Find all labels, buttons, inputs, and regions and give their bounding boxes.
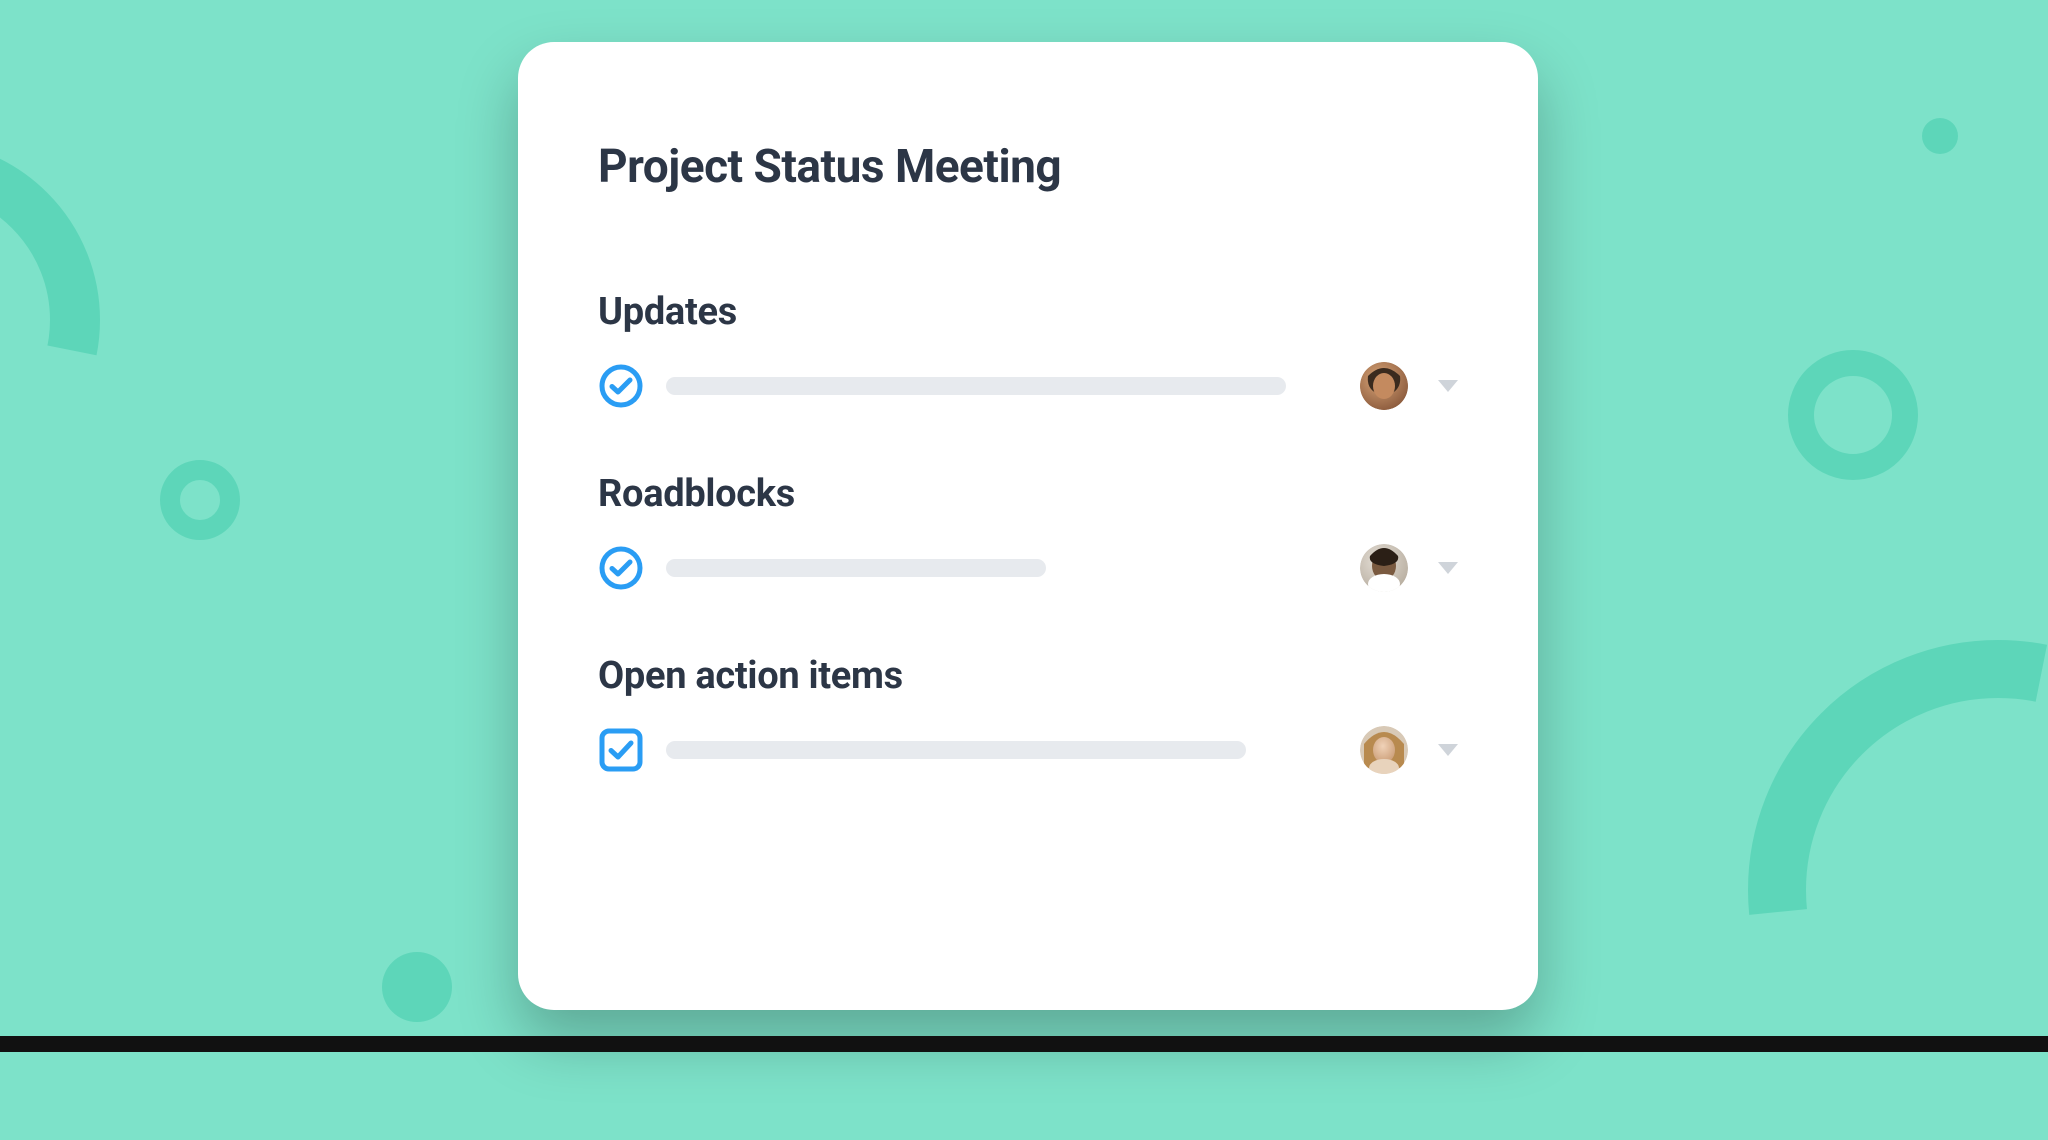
section-title: Updates <box>598 290 1458 334</box>
chevron-down-icon[interactable] <box>1438 744 1458 756</box>
check-square-icon[interactable] <box>598 727 644 773</box>
card-title: Project Status Meeting <box>598 140 1458 194</box>
bg-dot-top-right <box>1922 118 1958 154</box>
check-circle-icon[interactable] <box>598 545 644 591</box>
section-title: Roadblocks <box>598 472 1458 516</box>
assignee-avatar[interactable] <box>1360 362 1408 410</box>
assignee-avatar[interactable] <box>1360 544 1408 592</box>
check-circle-icon[interactable] <box>598 363 644 409</box>
assignee-avatar[interactable] <box>1360 726 1408 774</box>
bottom-edge <box>0 1036 2048 1052</box>
bg-arc-right <box>1748 640 2048 1140</box>
bg-arc-left <box>0 140 100 500</box>
bg-ring-right <box>1788 350 1918 480</box>
task-text-placeholder <box>666 377 1286 395</box>
bg-dot-bottom-left <box>382 952 452 1022</box>
task-row <box>598 362 1458 410</box>
task-text-placeholder <box>666 559 1046 577</box>
task-text-placeholder <box>666 741 1246 759</box>
meeting-card: Project Status Meeting Updates <box>518 42 1538 1010</box>
task-row <box>598 726 1458 774</box>
bg-ring-left <box>160 460 240 540</box>
chevron-down-icon[interactable] <box>1438 380 1458 392</box>
section-open-action-items: Open action items <box>598 654 1458 774</box>
section-title: Open action items <box>598 654 1458 698</box>
section-updates: Updates <box>598 290 1458 410</box>
task-row <box>598 544 1458 592</box>
chevron-down-icon[interactable] <box>1438 562 1458 574</box>
section-roadblocks: Roadblocks <box>598 472 1458 592</box>
